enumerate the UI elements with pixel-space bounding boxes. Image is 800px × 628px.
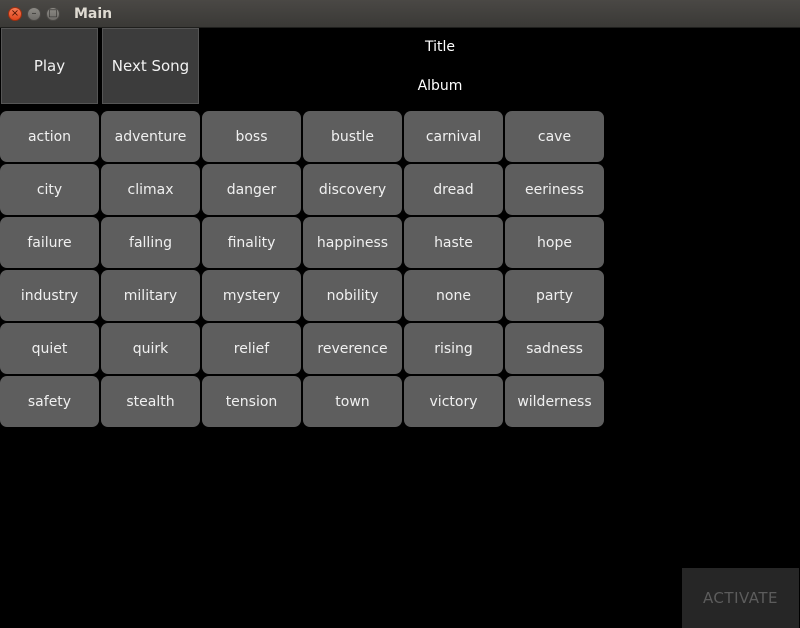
main-window: × – □ Main Play Next Song Title Album ac… — [0, 0, 800, 628]
mood-button-bustle[interactable]: bustle — [303, 111, 402, 162]
mood-button-reverence[interactable]: reverence — [303, 323, 402, 374]
mood-button-industry[interactable]: industry — [0, 270, 99, 321]
mood-button-climax[interactable]: climax — [101, 164, 200, 215]
mood-button-hope[interactable]: hope — [505, 217, 604, 268]
minimize-icon[interactable]: – — [27, 7, 41, 21]
mood-button-quirk[interactable]: quirk — [101, 323, 200, 374]
mood-button-victory[interactable]: victory — [404, 376, 503, 427]
content-area: Play Next Song Title Album action adventu… — [0, 28, 800, 628]
activate-button[interactable]: ACTIVATE — [682, 568, 799, 628]
mood-button-military[interactable]: military — [101, 270, 200, 321]
mood-button-nobility[interactable]: nobility — [303, 270, 402, 321]
mood-button-relief[interactable]: relief — [202, 323, 301, 374]
mood-button-sadness[interactable]: sadness — [505, 323, 604, 374]
mood-button-none[interactable]: none — [404, 270, 503, 321]
maximize-icon[interactable]: □ — [46, 7, 60, 21]
mood-button-discovery[interactable]: discovery — [303, 164, 402, 215]
mood-button-wilderness[interactable]: wilderness — [505, 376, 604, 427]
mood-button-danger[interactable]: danger — [202, 164, 301, 215]
mood-button-city[interactable]: city — [0, 164, 99, 215]
song-title-label: Title — [424, 39, 455, 55]
title-bar: × – □ Main — [0, 0, 800, 28]
mood-button-party[interactable]: party — [505, 270, 604, 321]
mood-button-rising[interactable]: rising — [404, 323, 503, 374]
mood-button-adventure[interactable]: adventure — [101, 111, 200, 162]
mood-button-stealth[interactable]: stealth — [101, 376, 200, 427]
close-icon[interactable]: × — [8, 7, 22, 21]
mood-button-boss[interactable]: boss — [202, 111, 301, 162]
mood-button-happiness[interactable]: happiness — [303, 217, 402, 268]
mood-button-finality[interactable]: finality — [202, 217, 301, 268]
mood-button-action[interactable]: action — [0, 111, 99, 162]
mood-button-town[interactable]: town — [303, 376, 402, 427]
mood-button-dread[interactable]: dread — [404, 164, 503, 215]
play-button[interactable]: Play — [1, 28, 98, 104]
mood-button-safety[interactable]: safety — [0, 376, 99, 427]
mood-button-mystery[interactable]: mystery — [202, 270, 301, 321]
mood-button-cave[interactable]: cave — [505, 111, 604, 162]
mood-button-haste[interactable]: haste — [404, 217, 503, 268]
album-label: Album — [417, 78, 463, 94]
mood-button-falling[interactable]: falling — [101, 217, 200, 268]
mood-button-quiet[interactable]: quiet — [0, 323, 99, 374]
mood-button-tension[interactable]: tension — [202, 376, 301, 427]
mood-button-failure[interactable]: failure — [0, 217, 99, 268]
mood-button-eeriness[interactable]: eeriness — [505, 164, 604, 215]
next-song-button[interactable]: Next Song — [102, 28, 199, 104]
window-title: Main — [74, 6, 113, 22]
mood-button-carnival[interactable]: carnival — [404, 111, 503, 162]
